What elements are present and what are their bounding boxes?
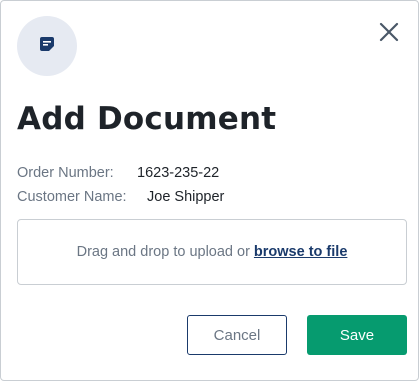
file-dropzone[interactable]: Drag and drop to upload or browse to fil… — [17, 219, 407, 285]
dropzone-text: Drag and drop to upload or — [76, 244, 250, 260]
document-edit-icon — [39, 36, 55, 57]
dialog-title: Add Document — [17, 101, 277, 137]
save-button[interactable]: Save — [307, 315, 407, 355]
customer-name-row: Customer Name: Joe Shipper — [17, 187, 224, 207]
close-button[interactable] — [374, 19, 404, 49]
document-icon-badge — [17, 16, 77, 76]
customer-name-label: Customer Name: — [17, 189, 127, 205]
order-number-row: Order Number: 1623-235-22 — [17, 163, 219, 183]
cancel-button[interactable]: Cancel — [187, 315, 287, 355]
browse-to-file-link[interactable]: browse to file — [254, 244, 347, 260]
customer-name-value: Joe Shipper — [147, 189, 225, 205]
add-document-dialog: Add Document Order Number: 1623-235-22 C… — [0, 0, 419, 381]
close-icon — [378, 21, 400, 48]
order-number-label: Order Number: — [17, 165, 114, 181]
order-number-value: 1623-235-22 — [137, 165, 220, 181]
